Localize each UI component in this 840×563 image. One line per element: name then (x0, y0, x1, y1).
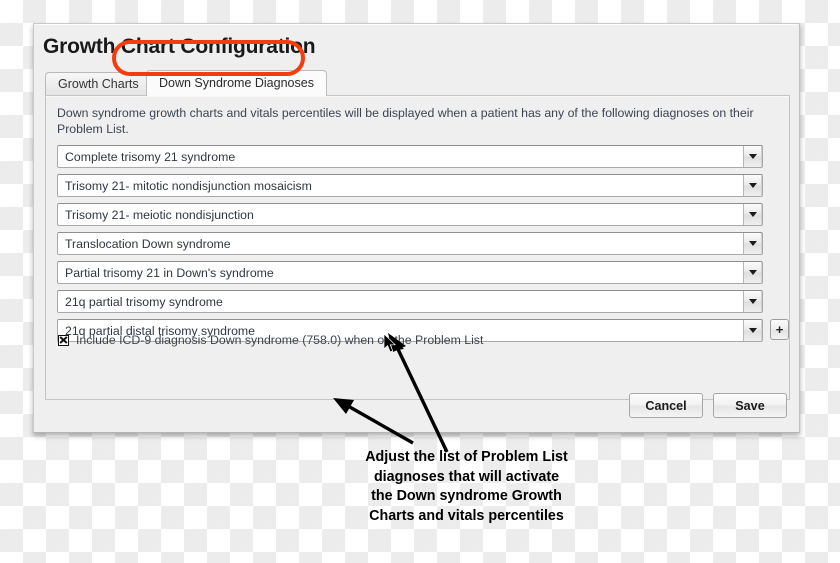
diagnosis-row: Trisomy 21- mitotic nondisjunction mosai… (57, 174, 781, 197)
diagnosis-dropdown-4[interactable]: Translocation Down syndrome (57, 232, 763, 255)
add-diagnosis-button[interactable]: + (770, 319, 789, 340)
tab-strip: Growth Charts Down Syndrome Diagnoses (45, 70, 785, 96)
chevron-down-icon[interactable] (743, 233, 762, 254)
tab-content-panel: Down syndrome growth charts and vitals p… (45, 95, 790, 400)
chevron-down-icon[interactable] (743, 262, 762, 283)
chevron-down-icon[interactable] (743, 291, 762, 312)
growth-chart-configuration-dialog: Growth Chart Configuration Growth Charts… (33, 23, 800, 433)
diagnosis-dropdown-3[interactable]: Trisomy 21- meiotic nondisjunction (57, 203, 763, 226)
diagnosis-dropdown-1[interactable]: Complete trisomy 21 syndrome (57, 145, 763, 168)
chevron-down-icon[interactable] (743, 204, 762, 225)
diagnosis-value-5: Partial trisomy 21 in Down's syndrome (65, 265, 274, 280)
description-text: Down syndrome growth charts and vitals p… (57, 106, 754, 136)
tab-down-syndrome-diagnoses[interactable]: Down Syndrome Diagnoses (146, 70, 327, 96)
chevron-down-icon[interactable] (743, 320, 762, 341)
cancel-button[interactable]: Cancel (629, 393, 703, 418)
page-title: Growth Chart Configuration (43, 35, 316, 58)
diagnosis-row: Partial trisomy 21 in Down's syndrome (57, 261, 781, 284)
callout-line-1: Adjust the list of Problem List (365, 449, 568, 465)
diagnosis-dropdown-list: Complete trisomy 21 syndrome Trisomy 21-… (57, 145, 789, 348)
diagnosis-dropdown-6[interactable]: 21q partial trisomy syndrome (57, 290, 763, 313)
include-icd9-label: Include ICD-9 diagnosis Down syndrome (7… (76, 333, 484, 347)
diagnosis-row: Translocation Down syndrome (57, 232, 781, 255)
diagnosis-dropdown-5[interactable]: Partial trisomy 21 in Down's syndrome (57, 261, 763, 284)
include-icd9-checkbox[interactable] (58, 334, 69, 346)
diagnosis-value-3: Trisomy 21- meiotic nondisjunction (65, 207, 254, 222)
callout-line-4: Charts and vitals percentiles (369, 507, 564, 524)
diagnosis-value-1: Complete trisomy 21 syndrome (65, 149, 236, 164)
diagnosis-row: Complete trisomy 21 syndrome (57, 145, 781, 168)
diagnosis-row: 21q partial trisomy syndrome (57, 290, 781, 313)
diagnosis-value-2: Trisomy 21- mitotic nondisjunction mosai… (65, 178, 312, 193)
tab-growth-charts[interactable]: Growth Charts (45, 72, 152, 96)
chevron-down-icon[interactable] (743, 175, 762, 196)
chevron-down-icon[interactable] (743, 146, 762, 167)
diagnosis-dropdown-2[interactable]: Trisomy 21- mitotic nondisjunction mosai… (57, 174, 763, 197)
callout-line-2: diagnoses that will activate (373, 468, 560, 485)
include-icd9-row[interactable]: Include ICD-9 diagnosis Down syndrome (7… (58, 333, 483, 347)
callout-line-3: the Down syndrome Growth (371, 488, 562, 504)
callout-text: Adjust the list of Problem List diagnose… (339, 448, 594, 526)
footer-buttons: Cancel Save (629, 393, 787, 418)
save-button[interactable]: Save (713, 393, 787, 418)
diagnosis-value-6: 21q partial trisomy syndrome (65, 294, 223, 309)
diagnosis-row: Trisomy 21- meiotic nondisjunction (57, 203, 781, 226)
diagnosis-value-4: Translocation Down syndrome (65, 236, 231, 251)
